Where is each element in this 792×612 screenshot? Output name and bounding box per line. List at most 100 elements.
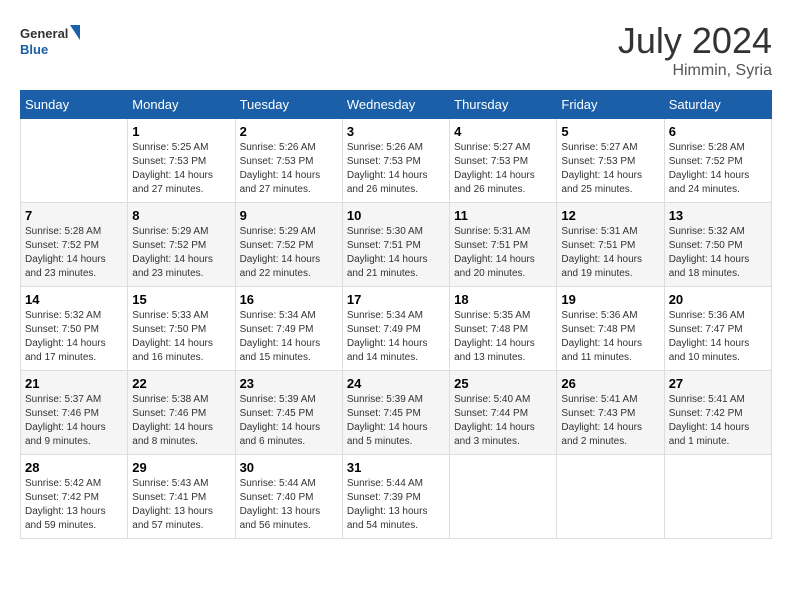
day-number: 12 bbox=[561, 208, 659, 223]
day-number: 23 bbox=[240, 376, 338, 391]
day-number: 19 bbox=[561, 292, 659, 307]
day-number: 4 bbox=[454, 124, 552, 139]
day-number: 14 bbox=[25, 292, 123, 307]
calendar-cell: 7 Sunrise: 5:28 AM Sunset: 7:52 PM Daylig… bbox=[21, 203, 128, 287]
logo-svg: General Blue bbox=[20, 20, 80, 65]
calendar-cell: 3 Sunrise: 5:26 AM Sunset: 7:53 PM Daylig… bbox=[342, 119, 449, 203]
day-info: Sunrise: 5:27 AM Sunset: 7:53 PM Dayligh… bbox=[561, 141, 659, 197]
day-info: Sunrise: 5:28 AM Sunset: 7:52 PM Dayligh… bbox=[25, 225, 123, 281]
weekday-header: Sunday bbox=[21, 91, 128, 119]
logo: General Blue bbox=[20, 20, 80, 65]
day-number: 30 bbox=[240, 460, 338, 475]
day-info: Sunrise: 5:44 AM Sunset: 7:40 PM Dayligh… bbox=[240, 477, 338, 533]
day-number: 22 bbox=[132, 376, 230, 391]
calendar-cell: 24 Sunrise: 5:39 AM Sunset: 7:45 PM Dayli… bbox=[342, 371, 449, 455]
calendar-cell: 21Sunrise: 5:37 AM Sunset: 7:46 PM Dayli… bbox=[21, 371, 128, 455]
day-info: Sunrise: 5:41 AM Sunset: 7:42 PM Dayligh… bbox=[669, 393, 767, 449]
day-info: Sunrise: 5:36 AM Sunset: 7:47 PM Dayligh… bbox=[669, 309, 767, 365]
day-info: Sunrise: 5:30 AM Sunset: 7:51 PM Dayligh… bbox=[347, 225, 445, 281]
day-number: 13 bbox=[669, 208, 767, 223]
day-info: Sunrise: 5:42 AM Sunset: 7:42 PM Dayligh… bbox=[25, 477, 123, 533]
day-info: Sunrise: 5:31 AM Sunset: 7:51 PM Dayligh… bbox=[561, 225, 659, 281]
day-info: Sunrise: 5:26 AM Sunset: 7:53 PM Dayligh… bbox=[240, 141, 338, 197]
day-info: Sunrise: 5:34 AM Sunset: 7:49 PM Dayligh… bbox=[347, 309, 445, 365]
day-info: Sunrise: 5:26 AM Sunset: 7:53 PM Dayligh… bbox=[347, 141, 445, 197]
calendar-cell: 18 Sunrise: 5:35 AM Sunset: 7:48 PM Dayli… bbox=[450, 287, 557, 371]
calendar-cell: 29 Sunrise: 5:43 AM Sunset: 7:41 PM Dayli… bbox=[128, 455, 235, 539]
calendar-cell: 31 Sunrise: 5:44 AM Sunset: 7:39 PM Dayli… bbox=[342, 455, 449, 539]
calendar-cell: 9Sunrise: 5:29 AM Sunset: 7:52 PM Daylig… bbox=[235, 203, 342, 287]
calendar-cell: 11 Sunrise: 5:31 AM Sunset: 7:51 PM Dayli… bbox=[450, 203, 557, 287]
day-number: 8 bbox=[132, 208, 230, 223]
svg-text:Blue: Blue bbox=[20, 42, 48, 57]
day-number: 16 bbox=[240, 292, 338, 307]
day-number: 24 bbox=[347, 376, 445, 391]
page-header: General Blue July 2024 Himmin, Syria bbox=[20, 20, 772, 80]
calendar-cell: 30 Sunrise: 5:44 AM Sunset: 7:40 PM Dayli… bbox=[235, 455, 342, 539]
day-number: 26 bbox=[561, 376, 659, 391]
day-info: Sunrise: 5:28 AM Sunset: 7:52 PM Dayligh… bbox=[669, 141, 767, 197]
day-info: Sunrise: 5:34 AM Sunset: 7:49 PM Dayligh… bbox=[240, 309, 338, 365]
calendar-cell: 17 Sunrise: 5:34 AM Sunset: 7:49 PM Dayli… bbox=[342, 287, 449, 371]
day-info: Sunrise: 5:38 AM Sunset: 7:46 PM Dayligh… bbox=[132, 393, 230, 449]
day-number: 7 bbox=[25, 208, 123, 223]
weekday-header: Thursday bbox=[450, 91, 557, 119]
day-number: 11 bbox=[454, 208, 552, 223]
calendar-cell: 6 Sunrise: 5:28 AM Sunset: 7:52 PM Daylig… bbox=[664, 119, 771, 203]
day-number: 6 bbox=[669, 124, 767, 139]
calendar-week-row: 28 Sunrise: 5:42 AM Sunset: 7:42 PM Dayli… bbox=[21, 455, 772, 539]
day-number: 28 bbox=[25, 460, 123, 475]
calendar-week-row: 14Sunrise: 5:32 AM Sunset: 7:50 PM Dayli… bbox=[21, 287, 772, 371]
calendar-cell: 23 Sunrise: 5:39 AM Sunset: 7:45 PM Dayli… bbox=[235, 371, 342, 455]
day-number: 27 bbox=[669, 376, 767, 391]
calendar-cell bbox=[557, 455, 664, 539]
calendar-cell bbox=[664, 455, 771, 539]
day-info: Sunrise: 5:32 AM Sunset: 7:50 PM Dayligh… bbox=[669, 225, 767, 281]
weekday-header: Tuesday bbox=[235, 91, 342, 119]
calendar-cell: 12 Sunrise: 5:31 AM Sunset: 7:51 PM Dayli… bbox=[557, 203, 664, 287]
calendar-cell bbox=[21, 119, 128, 203]
weekday-header: Saturday bbox=[664, 91, 771, 119]
day-number: 15 bbox=[132, 292, 230, 307]
weekday-header: Wednesday bbox=[342, 91, 449, 119]
day-info: Sunrise: 5:31 AM Sunset: 7:51 PM Dayligh… bbox=[454, 225, 552, 281]
day-info: Sunrise: 5:39 AM Sunset: 7:45 PM Dayligh… bbox=[347, 393, 445, 449]
calendar-cell: 27 Sunrise: 5:41 AM Sunset: 7:42 PM Dayli… bbox=[664, 371, 771, 455]
day-info: Sunrise: 5:35 AM Sunset: 7:48 PM Dayligh… bbox=[454, 309, 552, 365]
calendar-cell: 25 Sunrise: 5:40 AM Sunset: 7:44 PM Dayli… bbox=[450, 371, 557, 455]
day-number: 18 bbox=[454, 292, 552, 307]
calendar-cell: 22 Sunrise: 5:38 AM Sunset: 7:46 PM Dayli… bbox=[128, 371, 235, 455]
day-info: Sunrise: 5:33 AM Sunset: 7:50 PM Dayligh… bbox=[132, 309, 230, 365]
calendar-cell: 15 Sunrise: 5:33 AM Sunset: 7:50 PM Dayli… bbox=[128, 287, 235, 371]
calendar-cell: 10Sunrise: 5:30 AM Sunset: 7:51 PM Dayli… bbox=[342, 203, 449, 287]
day-number: 2 bbox=[240, 124, 338, 139]
day-info: Sunrise: 5:43 AM Sunset: 7:41 PM Dayligh… bbox=[132, 477, 230, 533]
calendar-cell: 13 Sunrise: 5:32 AM Sunset: 7:50 PM Dayli… bbox=[664, 203, 771, 287]
day-info: Sunrise: 5:36 AM Sunset: 7:48 PM Dayligh… bbox=[561, 309, 659, 365]
calendar-cell: 26 Sunrise: 5:41 AM Sunset: 7:43 PM Dayli… bbox=[557, 371, 664, 455]
day-number: 31 bbox=[347, 460, 445, 475]
weekday-header-row: SundayMondayTuesdayWednesdayThursdayFrid… bbox=[21, 91, 772, 119]
day-info: Sunrise: 5:41 AM Sunset: 7:43 PM Dayligh… bbox=[561, 393, 659, 449]
day-info: Sunrise: 5:29 AM Sunset: 7:52 PM Dayligh… bbox=[132, 225, 230, 281]
day-info: Sunrise: 5:44 AM Sunset: 7:39 PM Dayligh… bbox=[347, 477, 445, 533]
calendar-cell: 28 Sunrise: 5:42 AM Sunset: 7:42 PM Dayli… bbox=[21, 455, 128, 539]
calendar-week-row: 7 Sunrise: 5:28 AM Sunset: 7:52 PM Daylig… bbox=[21, 203, 772, 287]
day-number: 25 bbox=[454, 376, 552, 391]
day-info: Sunrise: 5:25 AM Sunset: 7:53 PM Dayligh… bbox=[132, 141, 230, 197]
day-info: Sunrise: 5:39 AM Sunset: 7:45 PM Dayligh… bbox=[240, 393, 338, 449]
day-info: Sunrise: 5:40 AM Sunset: 7:44 PM Dayligh… bbox=[454, 393, 552, 449]
day-number: 29 bbox=[132, 460, 230, 475]
calendar-cell: 14Sunrise: 5:32 AM Sunset: 7:50 PM Dayli… bbox=[21, 287, 128, 371]
day-number: 17 bbox=[347, 292, 445, 307]
day-info: Sunrise: 5:37 AM Sunset: 7:46 PM Dayligh… bbox=[25, 393, 123, 449]
day-info: Sunrise: 5:27 AM Sunset: 7:53 PM Dayligh… bbox=[454, 141, 552, 197]
location: Himmin, Syria bbox=[618, 62, 772, 80]
svg-text:General: General bbox=[20, 26, 68, 41]
calendar-cell bbox=[450, 455, 557, 539]
calendar-cell: 4 Sunrise: 5:27 AM Sunset: 7:53 PM Daylig… bbox=[450, 119, 557, 203]
day-number: 3 bbox=[347, 124, 445, 139]
month-title: July 2024 bbox=[618, 20, 772, 62]
calendar-cell: 8 Sunrise: 5:29 AM Sunset: 7:52 PM Daylig… bbox=[128, 203, 235, 287]
calendar-cell: 2 Sunrise: 5:26 AM Sunset: 7:53 PM Daylig… bbox=[235, 119, 342, 203]
